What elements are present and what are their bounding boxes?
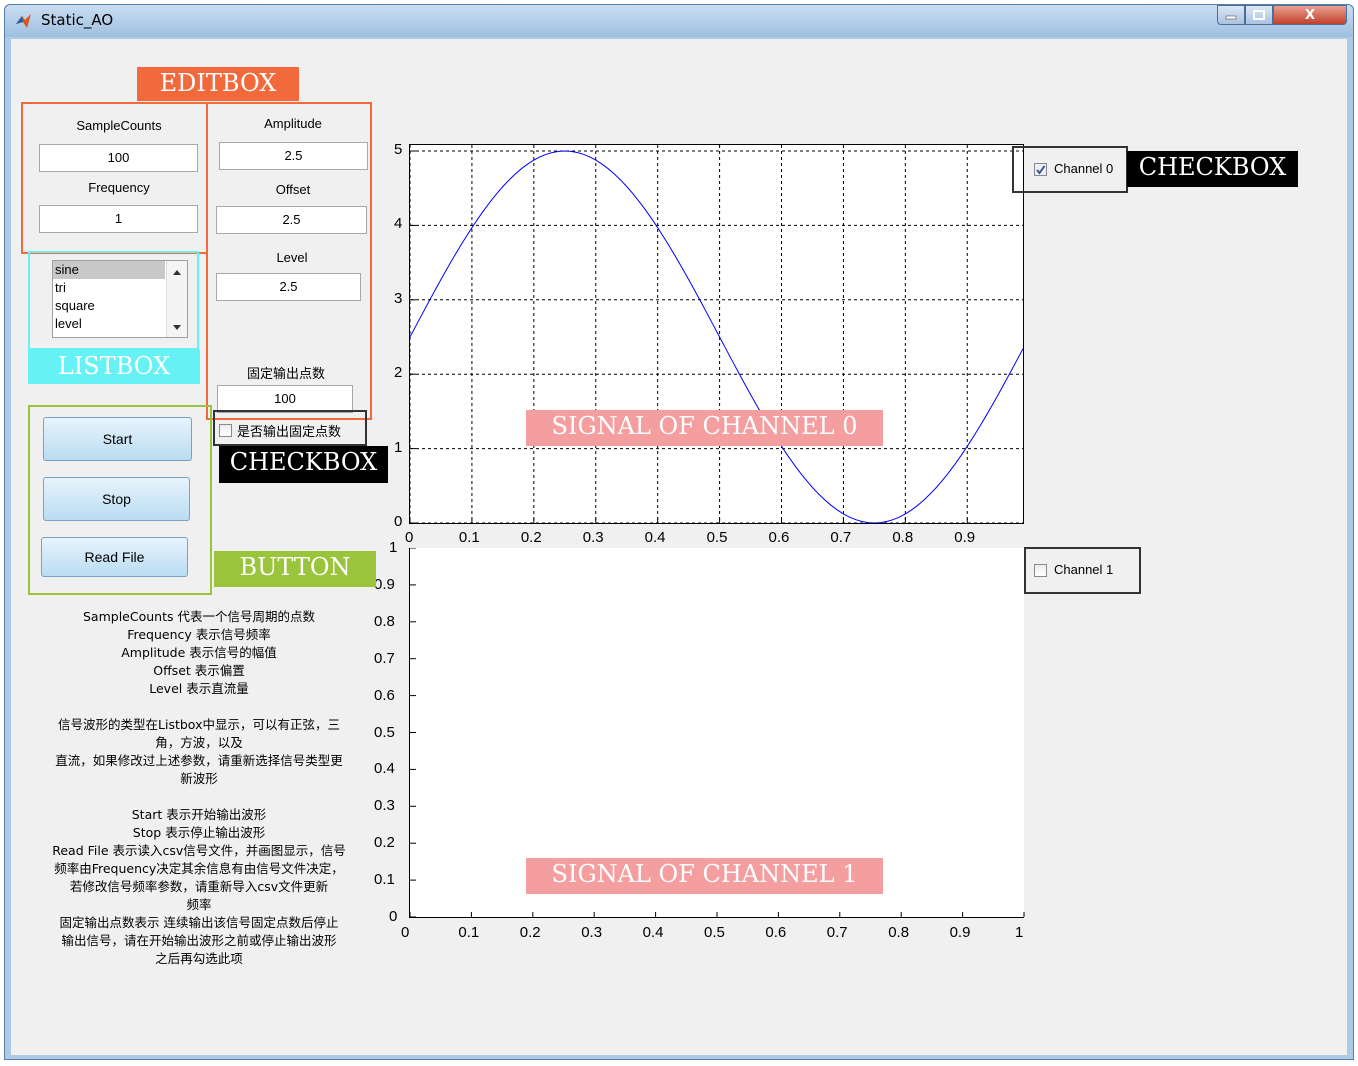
channel-0-checkbox-label: Channel 0 — [1054, 161, 1114, 176]
y-tick-label: 0.3 — [374, 797, 395, 815]
y-tick-label: 1 — [389, 539, 398, 556]
y-tick-label: 0.7 — [374, 649, 395, 667]
signal-0-annotation: SIGNAL OF CHANNEL 0 — [526, 410, 883, 446]
help-line: Start 表示开始输出波形 — [131, 807, 267, 822]
help-line: Offset 表示偏置 — [153, 663, 245, 678]
channel-0-checkbox[interactable] — [1034, 163, 1047, 176]
y-tick-label: 0.9 — [374, 575, 395, 593]
x-tick-label: 0.8 — [888, 924, 910, 941]
channel-0-trace — [410, 150, 1023, 523]
help-line: 输出信号，请在开始输出波形之前或停止输出波形 — [61, 933, 337, 948]
x-tick-label: 0.1 — [458, 924, 480, 941]
x-tick-label: 0.8 — [892, 529, 914, 546]
help-line: SampleCounts 代表一个信号周期的点数 — [83, 609, 315, 624]
x-tick-label: 0.4 — [644, 529, 666, 546]
y-tick-label: 2 — [394, 364, 403, 382]
x-tick-label: 0.7 — [826, 924, 848, 941]
y-tick-label: 4 — [394, 215, 403, 233]
close-button[interactable]: X — [1273, 5, 1347, 25]
signal-1-annotation: SIGNAL OF CHANNEL 1 — [526, 858, 883, 894]
y-tick-label: 0.1 — [374, 871, 395, 889]
help-line: 新波形 — [180, 771, 218, 786]
x-tick-label: 0.5 — [706, 529, 728, 546]
x-tick-label: 0.3 — [581, 924, 603, 941]
y-tick-label: 0 — [389, 908, 398, 925]
x-tick-label: 0 — [401, 924, 410, 941]
x-tick-label: 0.6 — [768, 529, 790, 546]
button-annotation: BUTTON — [214, 551, 376, 587]
checkbox-annotation-right: CHECKBOX — [1127, 151, 1298, 187]
help-line: Read File 表示读入csv信号文件，并画图显示，信号 — [52, 843, 346, 858]
fixed-checkbox-frame — [213, 410, 367, 446]
y-tick-label: 1 — [394, 438, 403, 456]
y-tick-label: 5 — [394, 141, 403, 158]
help-line: 固定输出点数表示 连续输出该信号固定点数后停止 — [59, 915, 339, 930]
listbox-frame — [28, 251, 199, 350]
y-tick-label: 0.2 — [374, 834, 395, 852]
maximize-icon — [1253, 10, 1265, 20]
x-tick-label: 0.3 — [582, 529, 604, 546]
x-tick-label: 0.6 — [765, 924, 787, 941]
channel-1-checkbox-label: Channel 1 — [1054, 562, 1114, 577]
maximize-button[interactable] — [1245, 5, 1273, 25]
help-line: 角，方波，以及 — [155, 735, 243, 750]
editbox-frame-right — [206, 102, 372, 420]
x-tick-label: 0.2 — [519, 924, 541, 941]
help-line: 若修改信号频率参数，请重新导入csv文件更新 — [69, 879, 329, 894]
help-line: 频率由Frequency决定其余信息有由信号文件决定， — [54, 861, 344, 876]
x-tick-label: 0.1 — [458, 529, 480, 546]
y-tick-label: 0.5 — [374, 723, 395, 741]
checkmark-icon — [1036, 165, 1046, 175]
channel-1-checkbox[interactable] — [1034, 564, 1047, 577]
channel-0-plot — [410, 145, 1023, 523]
y-tick-label: 0 — [394, 513, 403, 530]
y-tick-label: 0.6 — [374, 686, 395, 704]
x-tick-label: 0.9 — [954, 529, 976, 546]
help-line: 频率 — [186, 897, 212, 912]
y-tick-label: 3 — [394, 289, 403, 307]
y-tick-label: 0.8 — [374, 612, 395, 630]
title-bar[interactable]: Static_AO X — [5, 5, 1353, 37]
x-tick-label: 0 — [405, 529, 414, 546]
x-tick-label: 0.4 — [642, 924, 664, 941]
editbox-frame-left — [21, 102, 208, 254]
checkbox-annotation-left: CHECKBOX — [219, 446, 388, 483]
minimize-button[interactable] — [1217, 5, 1245, 25]
matlab-app-icon — [16, 14, 31, 28]
help-line: Level 表示直流量 — [149, 681, 249, 696]
help-line: 信号波形的类型在Listbox中显示，可以有正弦，三 — [58, 717, 340, 732]
help-line: Stop 表示停止输出波形 — [132, 825, 266, 840]
x-tick-label: 1 — [1015, 924, 1024, 941]
window-title: Static_AO — [41, 11, 114, 29]
channel-0-axes — [409, 144, 1024, 524]
editbox-annotation: EDITBOX — [137, 67, 299, 101]
close-icon: X — [1304, 7, 1316, 23]
help-line: 之后再勾选此项 — [155, 951, 243, 966]
help-line: Frequency 表示信号频率 — [127, 627, 271, 642]
help-line: 直流，如果修改过上述参数，请重新选择信号类型更 — [55, 753, 343, 768]
minimize-icon — [1225, 15, 1237, 20]
button-frame — [28, 405, 212, 595]
x-tick-label: 0.2 — [520, 529, 542, 546]
x-tick-label: 0.9 — [949, 924, 971, 941]
x-tick-label: 0.7 — [830, 529, 852, 546]
listbox-annotation: LISTBOX — [28, 350, 200, 384]
x-tick-label: 0.5 — [704, 924, 725, 941]
help-line: Amplitude 表示信号的幅值 — [121, 645, 277, 660]
y-tick-label: 0.4 — [374, 760, 395, 778]
